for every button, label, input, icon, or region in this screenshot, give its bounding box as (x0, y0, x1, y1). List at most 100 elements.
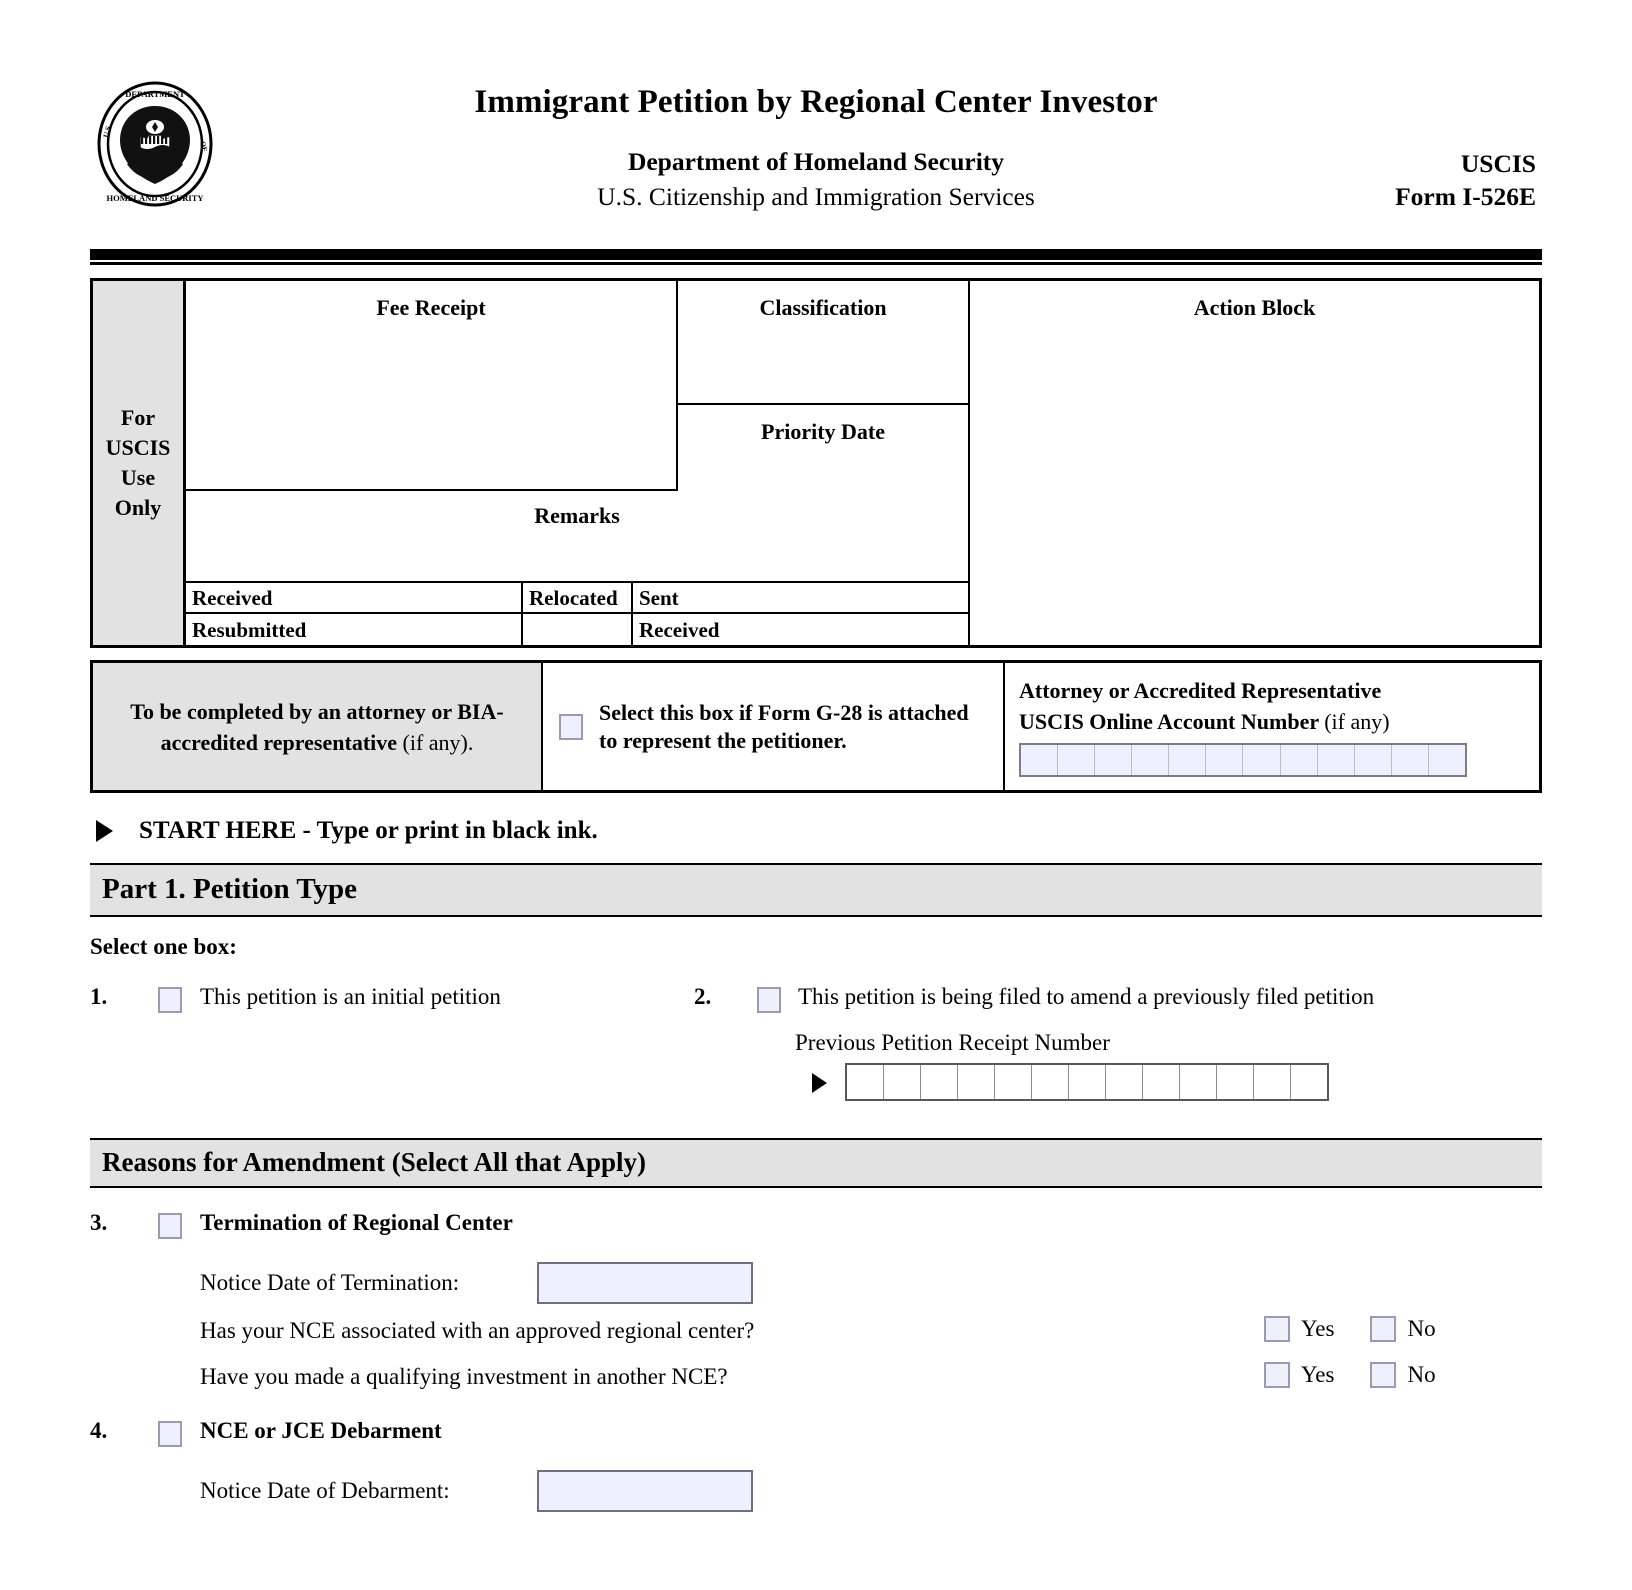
item-4-row: 4. NCE or JCE Debarment (0, 1418, 1632, 1458)
uscis-use-only-table: For USCIS Use Only Fee Receipt Classific… (90, 278, 1542, 648)
nce-question-2-answers: Yes No (1264, 1362, 1436, 1388)
label-line-only: Only (114, 495, 162, 520)
receipt-cell[interactable] (1143, 1065, 1180, 1099)
remarks-and-tracking-stack: Remarks Received Relocated Sent Resubmit… (186, 491, 970, 645)
debarment-date-row: Notice Date of Debarment: (0, 1470, 1632, 1526)
account-cell[interactable] (1206, 745, 1244, 775)
attorney-instruction-reg: (if any). (402, 729, 474, 755)
receipt-cell[interactable] (1106, 1065, 1143, 1099)
resubmitted-received-row: Resubmitted Received (186, 614, 968, 645)
nce-question-2-text: Have you made a qualifying investment in… (200, 1364, 728, 1389)
notice-date-debarment-label: Notice Date of Debarment: (200, 1478, 450, 1503)
form-number: Form I-526E (1395, 182, 1536, 211)
attorney-account-label-bold: USCIS Online Account Number (1019, 709, 1319, 734)
account-cell[interactable] (1318, 745, 1355, 775)
item-4-checkbox[interactable] (158, 1421, 182, 1447)
department-line: Department of Homeland Security (627, 147, 1005, 176)
nce-question-1-row: Has your NCE associated with an approved… (0, 1316, 1632, 1364)
amendment-heading: Reasons for Amendment (Select All that A… (90, 1138, 1542, 1188)
received-relocated-sent-row: Received Relocated Sent (186, 583, 968, 614)
uscis-use-only-label: For USCIS Use Only (93, 281, 186, 645)
nce-question-1-no-checkbox[interactable] (1370, 1316, 1397, 1342)
label-line-use: Use (120, 465, 156, 490)
start-here-text: START HERE - Type or print in black ink. (139, 817, 598, 844)
receipt-cell[interactable] (921, 1065, 958, 1099)
relocated-cell: Relocated (523, 583, 633, 612)
attorney-account-number-block: Attorney or Accredited Representative US… (1005, 663, 1539, 790)
notice-date-termination-label: Notice Date of Termination: (200, 1270, 460, 1295)
remarks-cell: Remarks (186, 491, 968, 583)
receipt-cell[interactable] (1180, 1065, 1217, 1099)
item-3-checkbox[interactable] (158, 1213, 182, 1239)
account-cell[interactable] (1243, 745, 1281, 775)
item-3-label: Termination of Regional Center (200, 1210, 513, 1235)
g28-attached-checkbox[interactable] (559, 713, 583, 740)
g28-checkbox-row[interactable]: Select this box if Form G-28 is attached… (543, 663, 1005, 790)
nce-question-2-yes-label: Yes (1301, 1362, 1335, 1387)
nce-question-1-yes-checkbox[interactable] (1264, 1316, 1290, 1342)
form-header: DEPARTMENT HOMELAND SECURITY U.S. OF Imm… (0, 66, 1632, 231)
receipt-cell[interactable] (1254, 1065, 1291, 1099)
form-identifier: USCIS Form I-526E (1395, 147, 1536, 213)
receipt-cell[interactable] (884, 1065, 921, 1099)
g28-checkbox-label: Select this box if Form G-28 is attached… (599, 699, 969, 753)
attorney-account-number-input[interactable] (1019, 743, 1467, 777)
account-cell[interactable] (1058, 745, 1096, 775)
fee-receipt-cell: Fee Receipt (186, 281, 678, 491)
nce-question-2-yes-checkbox[interactable] (1264, 1362, 1290, 1388)
attorney-section: To be completed by an attorney or BIA-ac… (90, 660, 1542, 793)
classification-cell: Classification (678, 281, 968, 405)
sent-cell: Sent (639, 586, 679, 610)
item-3-number: 3. (90, 1210, 108, 1235)
item-2-number: 2. (694, 984, 712, 1009)
header-divider-bar (90, 249, 1542, 260)
account-cell[interactable] (1132, 745, 1170, 775)
nce-question-2-row: Have you made a qualifying investment in… (0, 1362, 1632, 1410)
notice-date-termination-input[interactable] (537, 1262, 753, 1304)
item-4-label: NCE or JCE Debarment (200, 1418, 442, 1443)
previous-receipt-label: Previous Petition Receipt Number (795, 1030, 1110, 1055)
nce-question-1-text: Has your NCE associated with an approved… (200, 1318, 755, 1343)
receipt-cell[interactable] (1032, 1065, 1069, 1099)
action-block-area (970, 491, 1539, 645)
account-cell[interactable] (1281, 745, 1318, 775)
header-divider-thin (90, 262, 1542, 265)
start-here-instruction: START HERE - Type or print in black ink. (96, 817, 1632, 845)
account-cell[interactable] (1355, 745, 1392, 775)
priority-date-cell: Priority Date (761, 419, 885, 444)
svg-text:HOMELAND SECURITY: HOMELAND SECURITY (106, 193, 203, 203)
receipt-cell[interactable] (995, 1065, 1032, 1099)
attorney-instruction-label: To be completed by an attorney or BIA-ac… (93, 663, 543, 790)
attorney-account-label-line2: USCIS Online Account Number (if any) (1019, 706, 1525, 737)
nce-question-1-no-label: No (1407, 1316, 1436, 1341)
account-cell[interactable] (1392, 745, 1429, 775)
receipt-cell[interactable] (958, 1065, 995, 1099)
dhs-seal-icon: DEPARTMENT HOMELAND SECURITY U.S. OF (96, 80, 214, 208)
label-line-uscis: USCIS (105, 435, 171, 460)
receipt-cell[interactable] (847, 1065, 884, 1099)
received-cell: Received (186, 583, 523, 612)
account-cell[interactable] (1429, 745, 1465, 775)
receipt-cell[interactable] (1217, 1065, 1254, 1099)
resubmitted-cell: Resubmitted (186, 614, 523, 645)
nce-question-2-no-label: No (1407, 1362, 1436, 1387)
item-1-checkbox[interactable] (158, 987, 182, 1013)
uscis-table-body: Fee Receipt Classification Priority Date… (186, 281, 1539, 645)
agency-line: U.S. Citizenship and Immigration Service… (597, 182, 1035, 211)
notice-date-debarment-input[interactable] (537, 1470, 753, 1512)
receipt-cell[interactable] (1291, 1065, 1327, 1099)
petition-type-options-row: 1. This petition is an initial petition … (0, 984, 1632, 1024)
attorney-account-label-reg: (if any) (1324, 709, 1390, 734)
select-one-box-label: Select one box: (90, 934, 237, 959)
nce-question-2-no-checkbox[interactable] (1370, 1362, 1397, 1388)
account-cell[interactable] (1169, 745, 1207, 775)
item-1-label: This petition is an initial petition (200, 984, 501, 1009)
account-cell[interactable] (1021, 745, 1059, 775)
item-2-checkbox[interactable] (757, 987, 781, 1013)
label-line-for: For (120, 405, 156, 430)
page-title: Immigrant Petition by Regional Center In… (474, 84, 1158, 120)
account-cell[interactable] (1095, 745, 1133, 775)
receipt-cell[interactable] (1069, 1065, 1106, 1099)
previous-receipt-input[interactable] (845, 1063, 1329, 1101)
svg-text:DEPARTMENT: DEPARTMENT (125, 89, 185, 99)
